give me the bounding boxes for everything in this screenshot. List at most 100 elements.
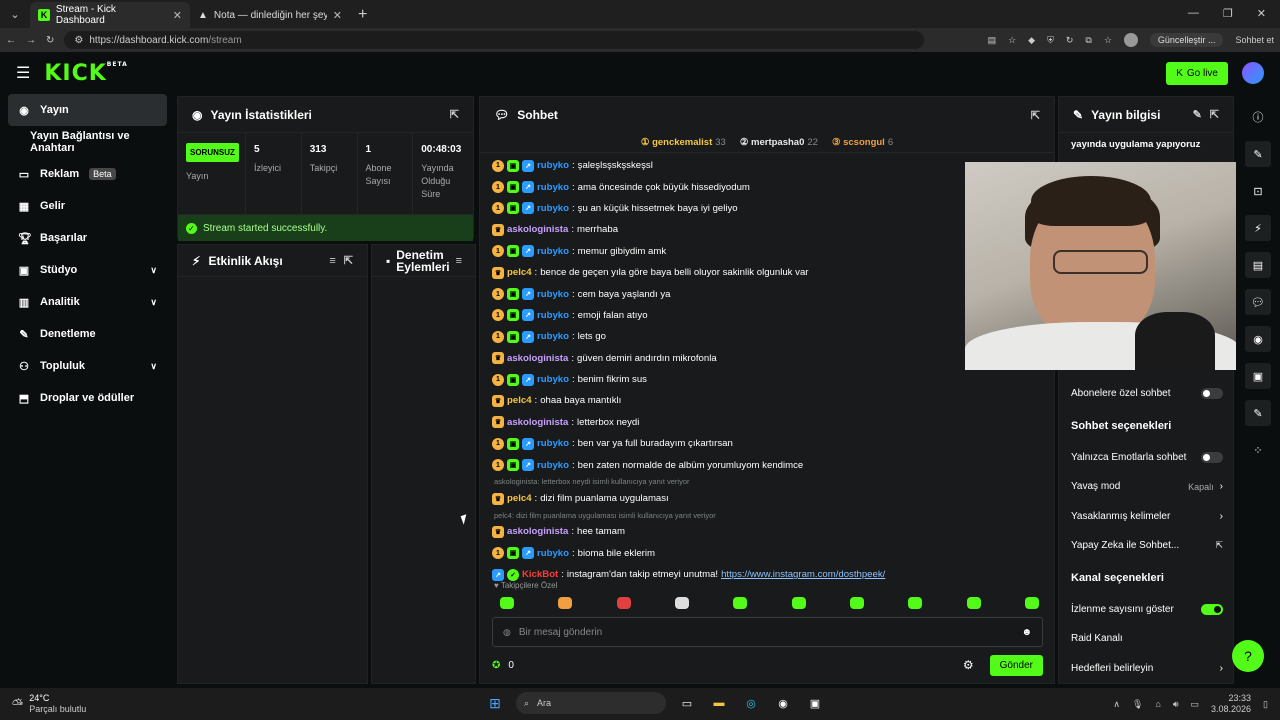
chat-username[interactable]: KickBot xyxy=(522,569,558,580)
chat-input[interactable]: ◍ Bir mesaj gönderin ☻ xyxy=(492,617,1043,647)
emote-only-toggle[interactable] xyxy=(1201,451,1223,463)
file-explorer-icon[interactable]: ▬ xyxy=(708,692,730,714)
layout-icon[interactable]: ▣ xyxy=(1245,363,1271,389)
edge-icon[interactable]: ◎ xyxy=(740,692,762,714)
tray-chevron-icon[interactable]: ∧ xyxy=(1113,699,1120,710)
refresh-ext-icon[interactable]: ↻ xyxy=(1066,35,1074,46)
emote[interactable] xyxy=(500,597,514,609)
bolt-icon[interactable]: ⚡︎ xyxy=(1245,215,1271,241)
emote[interactable] xyxy=(849,597,864,609)
banned-words-row[interactable]: Yasaklanmış kelimeler › xyxy=(1059,502,1235,532)
sidebar-item-studio[interactable]: ▣ Stüdyo ∨ xyxy=(8,254,167,286)
popout-icon[interactable]: ⇱ xyxy=(450,108,459,121)
back-icon[interactable]: ← xyxy=(6,35,16,46)
edit-icon[interactable]: ✎ xyxy=(1193,108,1202,121)
capture-icon[interactable]: ⊡ xyxy=(1245,178,1271,204)
chat-username[interactable]: pelc4 xyxy=(507,267,532,278)
sidebar-item-achievements[interactable]: 🏆︎ Başarılar xyxy=(8,222,167,254)
favorites-bar-icon[interactable]: ☆ xyxy=(1104,35,1112,46)
tab-nota[interactable]: ▲ Nota — dinlediğin her şeyi kaydet ✕ xyxy=(190,2,350,28)
shield-icon[interactable]: ⛨ xyxy=(1047,35,1054,46)
start-icon[interactable]: ⊞ xyxy=(484,692,506,714)
chat-link[interactable]: https://www.instagram.com/dosthpeek/ xyxy=(721,569,885,580)
set-goals-row[interactable]: Hedefleri belirleyin › xyxy=(1059,654,1235,684)
copilot-button[interactable]: Sohbet et xyxy=(1235,35,1274,45)
chat-username[interactable]: rubyko xyxy=(537,160,569,171)
sidebar-item-analytics[interactable]: ▥ Analitik ∨ xyxy=(8,286,167,318)
forward-icon[interactable]: → xyxy=(26,35,36,46)
sidebar-item-drops[interactable]: ⬒ Droplar ve ödüller xyxy=(8,382,167,414)
new-tab-button[interactable]: + xyxy=(358,6,367,24)
reload-icon[interactable]: ↻ xyxy=(46,35,54,46)
chat-username[interactable]: rubyko xyxy=(537,289,569,300)
chat-username[interactable]: rubyko xyxy=(537,203,569,214)
chat-username[interactable]: rubyko xyxy=(537,438,569,449)
chat-icon[interactable]: 💬︎ xyxy=(1245,289,1271,315)
notes-icon[interactable]: ▤ xyxy=(1245,252,1271,278)
popout-icon[interactable]: ⇱ xyxy=(344,254,353,267)
maximize-icon[interactable]: ❐ xyxy=(1223,7,1233,20)
filter-icon[interactable]: ≡ xyxy=(329,255,335,267)
minimize-icon[interactable]: — xyxy=(1188,7,1199,20)
volume-icon[interactable]: 🔊︎ xyxy=(1173,699,1179,710)
chat-username[interactable]: rubyko xyxy=(537,374,569,385)
send-button[interactable]: Gönder xyxy=(989,654,1043,676)
clock[interactable]: 23:33 3.08.2026 xyxy=(1211,693,1251,715)
tab-kick-dashboard[interactable]: K Stream - Kick Dashboard ✕ xyxy=(30,2,190,28)
emoji-icon[interactable]: ☻ xyxy=(1021,627,1032,638)
sidebar-item-stream-key[interactable]: Yayın Bağlantısı ve Anahtarı xyxy=(8,126,167,158)
sidebar-item-community[interactable]: ⚇ Topluluk ∨ xyxy=(8,350,167,382)
edit-icon[interactable]: ✎ xyxy=(1245,141,1271,167)
emote[interactable] xyxy=(674,597,689,609)
sidebar-item-revenue[interactable]: ▦ Gelir xyxy=(8,190,167,222)
go-live-button[interactable]: K Go live xyxy=(1166,61,1228,85)
chat-username[interactable]: rubyko xyxy=(537,460,569,471)
slow-mode-row[interactable]: Yavaş mod Kapalı › xyxy=(1059,472,1235,502)
chat-username[interactable]: askologinista xyxy=(507,417,568,428)
emote[interactable] xyxy=(966,597,981,609)
chat-username[interactable]: rubyko xyxy=(537,331,569,342)
emote[interactable] xyxy=(1024,597,1039,609)
settings-gear-icon[interactable]: ⚙ xyxy=(963,658,974,672)
close-tab-icon[interactable]: ✕ xyxy=(333,9,342,22)
update-button[interactable]: Güncelleştir ... xyxy=(1149,33,1224,47)
notification-icon[interactable]: ▯ xyxy=(1263,699,1268,710)
popout-icon[interactable]: ⇱ xyxy=(1031,109,1040,122)
sidebar-item-ads[interactable]: ▭ Reklam Beta xyxy=(8,158,167,190)
emote[interactable] xyxy=(616,597,631,609)
chat-username[interactable]: rubyko xyxy=(537,246,569,257)
extension-icon[interactable]: ◆ xyxy=(1028,35,1035,46)
user-avatar[interactable] xyxy=(1242,62,1264,84)
raid-channel-row[interactable]: Raid Kanalı xyxy=(1059,624,1235,654)
task-view-icon[interactable]: ▭ xyxy=(676,692,698,714)
apps-icon[interactable]: ⁘ xyxy=(1245,437,1271,463)
emote[interactable] xyxy=(908,597,923,609)
filter-icon[interactable]: ≡ xyxy=(456,255,462,267)
chat-username[interactable]: askologinista xyxy=(507,224,568,235)
show-views-toggle[interactable] xyxy=(1201,603,1223,615)
chat-username[interactable]: askologinista xyxy=(507,526,568,537)
broadcast-icon[interactable]: ◉ xyxy=(1245,326,1271,352)
chat-username[interactable]: rubyko xyxy=(537,182,569,193)
network-icon[interactable]: ⌂ xyxy=(1155,699,1160,709)
wrench-icon[interactable]: ✎ xyxy=(1245,400,1271,426)
subs-only-toggle[interactable] xyxy=(1201,388,1223,400)
close-tab-icon[interactable]: ✕ xyxy=(173,9,182,22)
chat-username[interactable]: rubyko xyxy=(537,548,569,559)
popout-icon[interactable]: ⇱ xyxy=(1210,108,1219,121)
emote[interactable] xyxy=(791,597,806,609)
close-window-icon[interactable]: ✕ xyxy=(1257,7,1266,20)
url-field[interactable]: ⚙ https://dashboard.kick.com/stream xyxy=(64,31,925,49)
profile-avatar[interactable] xyxy=(1123,33,1138,47)
info-icon[interactable]: ⓘ xyxy=(1245,104,1271,130)
obs-icon[interactable]: ◉ xyxy=(772,692,794,714)
sidebar-item-moderation[interactable]: ✎ Denetleme xyxy=(8,318,167,350)
battery-icon[interactable]: ▭ xyxy=(1190,699,1199,710)
taskbar-search[interactable]: ⌕ Ara xyxy=(516,692,666,714)
reader-icon[interactable]: ▤ xyxy=(988,35,997,46)
chat-username[interactable]: pelc4 xyxy=(507,493,532,504)
kick-logo[interactable]: KICKBETA xyxy=(44,61,127,86)
puzzle-icon[interactable]: ⧉ xyxy=(1085,35,1091,46)
menu-icon[interactable]: ☰ xyxy=(16,63,30,83)
chat-username[interactable]: rubyko xyxy=(537,310,569,321)
